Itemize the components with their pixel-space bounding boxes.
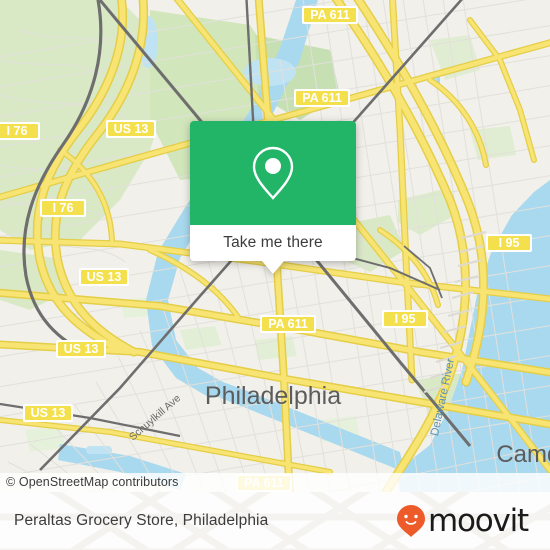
route-shield-i95-1: I 95: [486, 234, 532, 252]
route-shield-us13-1: US 13: [106, 120, 156, 138]
svg-text:US 13: US 13: [87, 270, 122, 284]
svg-text:PA 611: PA 611: [302, 91, 342, 105]
callout-icon-area: [190, 121, 356, 225]
route-shield-i76-1: I 76: [0, 122, 40, 140]
route-shield-pa611-2: PA 611: [294, 89, 350, 107]
svg-text:US 13: US 13: [31, 406, 66, 420]
place-title: Peraltas Grocery Store, Philadelphia: [14, 512, 269, 529]
location-callout[interactable]: Take me there: [190, 121, 356, 274]
svg-text:I 76: I 76: [7, 124, 28, 138]
map-pin-icon: [252, 146, 294, 200]
svg-text:I 95: I 95: [395, 312, 416, 326]
svg-text:PA 611: PA 611: [268, 317, 308, 331]
osm-attribution: © OpenStreetMap contributors: [0, 473, 550, 492]
moovit-map-screenshot: Philadelphia Camde Delaware River Schuyl…: [0, 0, 550, 550]
route-shield-us13-3: US 13: [56, 340, 106, 358]
route-shield-us13-2: US 13: [79, 268, 129, 286]
svg-text:US 13: US 13: [64, 342, 99, 356]
route-shield-i95-2: I 95: [382, 310, 428, 328]
take-me-there-button[interactable]: Take me there: [190, 225, 356, 274]
take-me-there-label: Take me there: [223, 234, 323, 251]
moovit-smiley-pin-icon: [396, 505, 425, 537]
moovit-wordmark: moovit: [427, 502, 529, 539]
route-shield-i76-2: I 76: [40, 199, 86, 217]
route-shield-us13-4: US 13: [23, 404, 73, 422]
svg-text:I 95: I 95: [499, 236, 520, 250]
route-shield-pa611-1: PA 611: [302, 6, 358, 24]
route-shield-pa611-3: PA 611: [260, 315, 316, 333]
map-label-philadelphia: Philadelphia: [205, 382, 341, 410]
svg-text:US 13: US 13: [114, 122, 149, 136]
svg-text:PA 611: PA 611: [310, 8, 350, 22]
map-label-camden: Camde: [496, 441, 550, 468]
moovit-logo[interactable]: moovit: [396, 502, 529, 539]
footer-bar: Peraltas Grocery Store, Philadelphia moo…: [0, 492, 550, 550]
svg-text:I 76: I 76: [53, 201, 74, 215]
callout-tail: [262, 261, 284, 274]
